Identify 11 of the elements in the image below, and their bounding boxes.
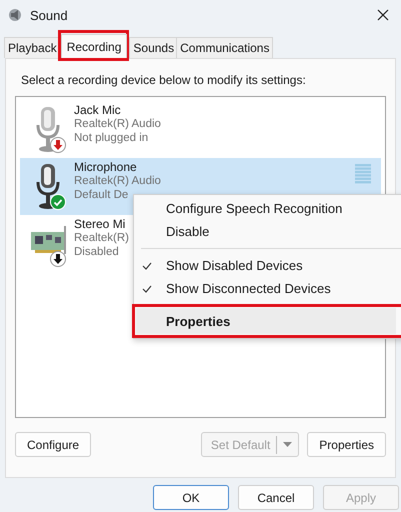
device-name: Stereo Mi <box>74 217 126 231</box>
device-status: Not plugged in <box>74 131 148 145</box>
device-status: Default De <box>74 188 128 202</box>
instruction-text: Select a recording device below to modify its settings: <box>20 72 307 89</box>
device-name: Jack Mic <box>74 103 121 117</box>
device-name: Microphone <box>74 160 137 174</box>
device-status: Disabled <box>74 245 119 259</box>
device-driver: Realtek(R) <box>74 231 129 245</box>
window-title: Sound <box>30 8 68 22</box>
device-driver: Realtek(R) Audio <box>74 117 161 131</box>
device-driver: Realtek(R) Audio <box>74 174 161 188</box>
